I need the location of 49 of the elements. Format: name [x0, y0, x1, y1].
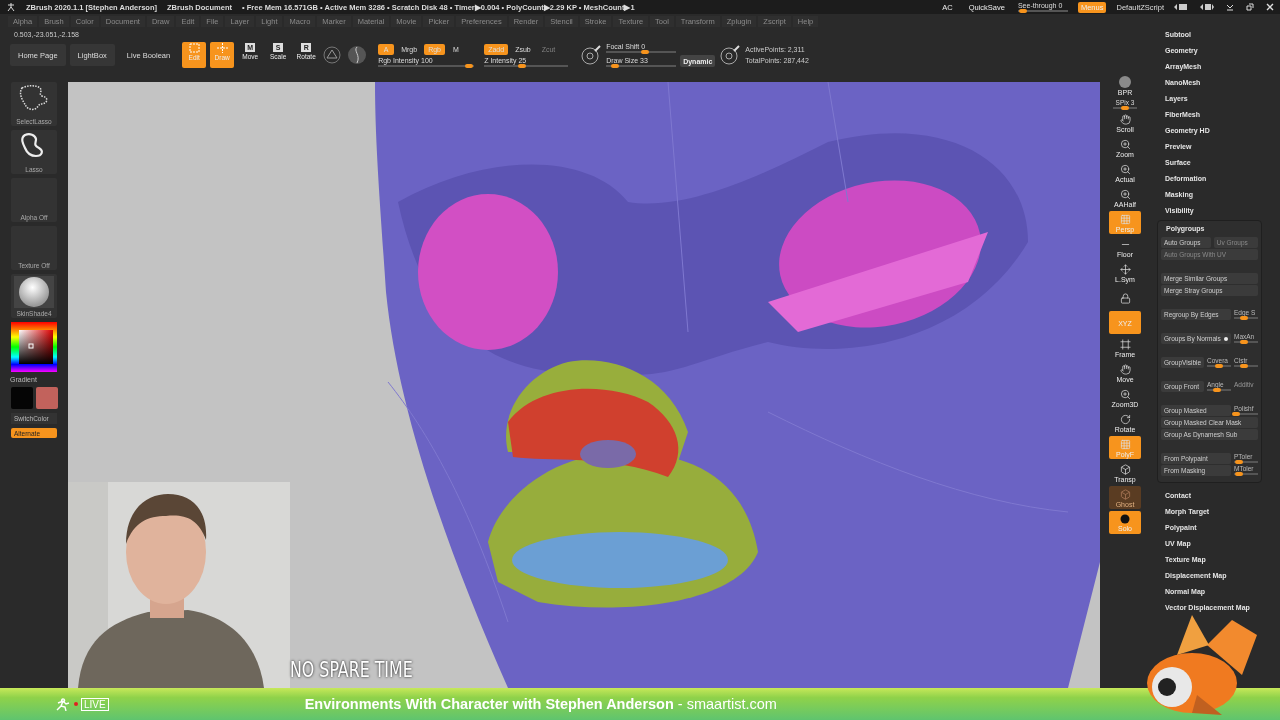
color-swatch[interactable]	[35, 387, 58, 409]
grid-icon	[1119, 213, 1131, 225]
lock-icon	[1119, 292, 1131, 304]
grid-icon	[1119, 438, 1131, 450]
zoom-icon	[1119, 163, 1131, 175]
close-icon[interactable]	[1266, 3, 1274, 11]
dot-icon	[1119, 514, 1131, 524]
brush-icon[interactable]	[580, 44, 603, 66]
circle-icon[interactable]	[346, 44, 369, 66]
frame-icon	[1119, 338, 1131, 350]
live-dot-icon	[74, 702, 78, 706]
slider-handle[interactable]	[1239, 340, 1248, 344]
layout-icon[interactable]	[1174, 3, 1188, 11]
hand-icon	[1119, 363, 1131, 375]
slider-handle[interactable]	[610, 64, 619, 68]
layout-icon[interactable]	[1200, 3, 1214, 11]
color-picker[interactable]	[11, 322, 57, 372]
runner-icon	[55, 697, 71, 711]
restore-icon[interactable]	[1246, 3, 1254, 11]
zoom-icon	[1119, 188, 1131, 200]
slider-handle[interactable]	[1234, 460, 1243, 464]
rotate-icon	[1119, 413, 1131, 425]
color-swatch[interactable]	[10, 387, 33, 409]
slider-handle[interactable]	[1239, 316, 1248, 320]
arrows-icon	[1119, 263, 1131, 275]
slider-handle[interactable]	[1239, 364, 1248, 368]
live-badge: LIVE	[81, 697, 109, 711]
triangle-circle-icon[interactable]	[322, 45, 343, 65]
slider-handle[interactable]	[1212, 388, 1221, 392]
slider-handle[interactable]	[465, 63, 474, 68]
cube-icon	[1119, 488, 1131, 500]
dotted-square-icon	[188, 43, 200, 53]
cube-icon	[1119, 463, 1131, 475]
slider-handle[interactable]	[517, 63, 526, 68]
banner-text: Environments With Character with Stephen Anderson - smaartist.com	[304, 696, 777, 712]
slider-handle[interactable]	[1234, 472, 1243, 476]
slider-handle[interactable]	[1018, 9, 1027, 13]
brush-icon[interactable]	[719, 44, 742, 66]
slider-handle[interactable]	[1215, 364, 1223, 368]
slider-handle[interactable]	[1121, 106, 1129, 110]
slider-handle[interactable]	[1232, 412, 1241, 416]
minimize-icon[interactable]	[1226, 3, 1234, 11]
sphere-icon	[1118, 76, 1132, 88]
zoom-icon	[1119, 388, 1131, 400]
hand-icon	[1119, 113, 1131, 125]
zoom-icon	[1119, 138, 1131, 150]
figure-icon	[6, 2, 16, 12]
slider-handle[interactable]	[640, 50, 649, 54]
crosshair-icon	[216, 43, 228, 53]
